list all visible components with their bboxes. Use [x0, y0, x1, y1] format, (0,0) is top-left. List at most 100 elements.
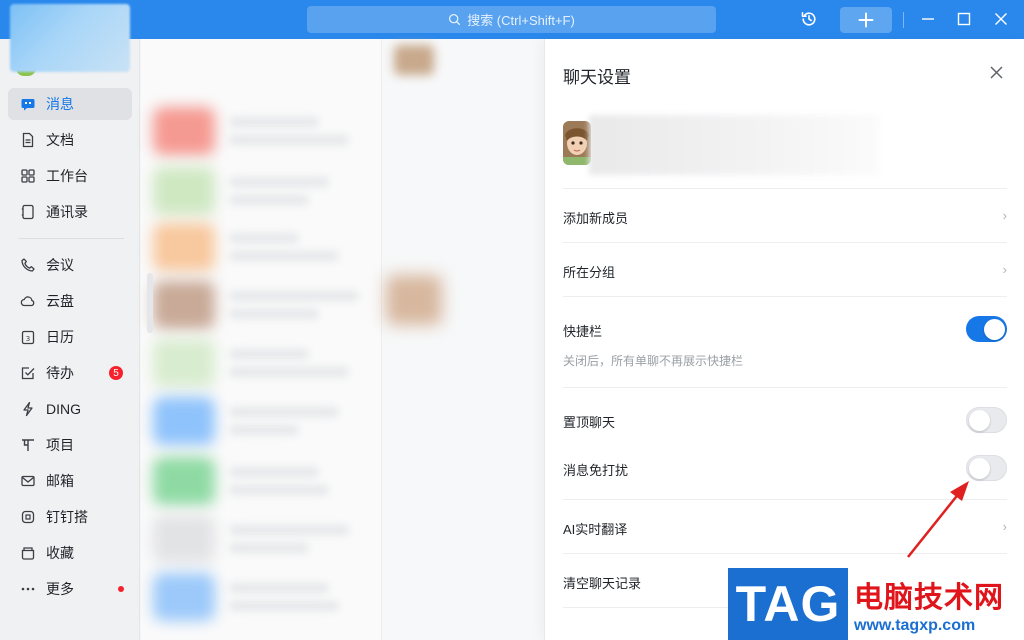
todo-icon	[21, 367, 35, 380]
sidebar-item-calendar[interactable]: 3 日历	[8, 321, 132, 353]
pin-chat-label: 置顶聊天	[563, 415, 616, 430]
document-icon	[22, 132, 34, 148]
sidebar-item-more[interactable]: 更多	[8, 573, 132, 605]
mail-icon	[21, 475, 35, 487]
title-bar: 搜索 (Ctrl+Shift+F)	[0, 0, 1024, 39]
mute-label: 消息免打扰	[563, 463, 629, 478]
create-button[interactable]	[840, 7, 892, 33]
panel-title: 聊天设置	[563, 68, 631, 87]
sidebar-item-label: 消息	[46, 96, 74, 112]
shortcut-bar-label: 快捷栏	[563, 324, 603, 339]
phone-icon	[21, 258, 35, 272]
sidebar-item-app-builder[interactable]: 钉钉搭	[8, 501, 132, 533]
contacts-icon	[21, 204, 34, 220]
chevron-right-icon: ›	[1002, 519, 1007, 534]
titlebar-divider	[903, 12, 904, 28]
list-scrollbar[interactable]	[147, 273, 153, 333]
sidebar-item-label: 通讯录	[46, 204, 88, 220]
list-item[interactable]	[153, 391, 378, 449]
conversation-list[interactable]	[141, 39, 381, 640]
close-icon[interactable]	[990, 8, 1012, 30]
list-item[interactable]	[153, 509, 378, 567]
minimize-icon[interactable]	[917, 8, 939, 30]
search-placeholder: 搜索 (Ctrl+Shift+F)	[467, 13, 575, 28]
list-item[interactable]	[153, 451, 378, 509]
member-avatar[interactable]	[563, 121, 591, 165]
more-notification-dot	[118, 586, 124, 592]
shortcut-bar-toggle[interactable]	[966, 316, 1007, 342]
list-item[interactable]	[153, 567, 378, 625]
sidebar-item-projects[interactable]: 项目	[8, 429, 132, 461]
sidebar-item-label: 日历	[46, 329, 74, 345]
watermark-title: 电脑技术网	[854, 582, 1005, 614]
divider	[563, 387, 1007, 388]
chat-avatar	[386, 275, 442, 325]
watermark-url: www.tagxp.com	[854, 617, 976, 634]
sidebar-item-todo[interactable]: 待办 5	[8, 357, 132, 389]
sidebar-item-favorites[interactable]: 收藏	[8, 537, 132, 569]
chat-pane	[381, 39, 544, 640]
sidebar-item-contacts[interactable]: 通讯录	[8, 196, 132, 228]
member-name-blurred	[589, 115, 879, 175]
shortcut-bar-row: 快捷栏	[563, 321, 1007, 341]
chevron-right-icon: ›	[1002, 208, 1007, 223]
sidebar-item-meetings[interactable]: 会议	[8, 249, 132, 281]
app-builder-icon	[21, 510, 35, 524]
divider	[563, 188, 1007, 189]
sidebar-item-label: 待办	[46, 365, 74, 381]
search-bar[interactable]: 搜索 (Ctrl+Shift+F)	[307, 6, 716, 33]
close-icon[interactable]	[985, 61, 1007, 83]
divider	[563, 296, 1007, 297]
sidebar-item-label: 会议	[46, 257, 74, 273]
chat-settings-panel: 聊天设置 添加新成员 › 所在分组 › 快捷栏 关闭后，所有单聊不再展示快捷栏 …	[544, 39, 1024, 640]
toggle-knob	[969, 409, 990, 431]
pin-chat-row: 置顶聊天	[563, 412, 1007, 432]
sidebar-item-mail[interactable]: 邮箱	[8, 465, 132, 497]
svg-text:3: 3	[26, 335, 30, 343]
avatar[interactable]	[10, 4, 130, 72]
maximize-icon[interactable]	[953, 8, 975, 30]
mute-row: 消息免打扰	[563, 460, 1007, 480]
list-item[interactable]	[153, 101, 378, 159]
watermark-logo: TAG	[728, 568, 848, 640]
divider	[563, 242, 1007, 243]
sidebar-item-docs[interactable]: 文档	[8, 124, 132, 156]
pin-chat-toggle[interactable]	[966, 407, 1007, 433]
todo-badge: 5	[109, 366, 123, 380]
project-icon	[22, 439, 34, 451]
favorites-icon	[21, 547, 35, 560]
ai-translate-row[interactable]: AI实时翻译 ›	[563, 519, 1007, 539]
group-label: 所在分组	[563, 265, 616, 280]
divider	[563, 553, 1007, 554]
shortcut-bar-hint: 关闭后，所有单聊不再展示快捷栏	[563, 354, 744, 368]
mute-toggle[interactable]	[966, 455, 1007, 481]
sidebar-item-label: 项目	[46, 437, 74, 453]
watermark-text-box: 电脑技术网 www.tagxp.com	[848, 568, 1024, 640]
chat-icon	[21, 99, 35, 111]
add-member-label: 添加新成员	[563, 211, 629, 226]
plus-icon	[858, 12, 874, 28]
sidebar-item-ding[interactable]: DING	[8, 393, 132, 425]
group-row[interactable]: 所在分组 ›	[563, 262, 1007, 282]
ai-translate-label: AI实时翻译	[563, 522, 628, 537]
list-item[interactable]	[153, 161, 378, 219]
sidebar-item-label: 工作台	[46, 168, 88, 184]
sidebar-item-workbench[interactable]: 工作台	[8, 160, 132, 192]
sidebar-item-label: 文档	[46, 132, 74, 148]
history-icon[interactable]	[798, 8, 820, 30]
toggle-knob	[969, 457, 990, 479]
list-item[interactable]	[153, 333, 378, 391]
watermark: TAG 电脑技术网 www.tagxp.com	[728, 568, 1024, 640]
more-icon	[21, 587, 35, 591]
sidebar-item-label: 云盘	[46, 293, 74, 309]
add-member-row[interactable]: 添加新成员 ›	[563, 208, 1007, 228]
list-item[interactable]	[153, 275, 378, 333]
sidebar-item-label: 钉钉搭	[46, 509, 88, 525]
sidebar-item-messages[interactable]: 消息	[8, 88, 132, 120]
grid-icon	[21, 169, 35, 183]
search-icon	[449, 13, 461, 26]
list-item[interactable]	[153, 217, 378, 275]
lightning-icon	[23, 401, 33, 417]
sidebar-item-cloud-drive[interactable]: 云盘	[8, 285, 132, 317]
sidebar-item-label: 收藏	[46, 545, 74, 561]
